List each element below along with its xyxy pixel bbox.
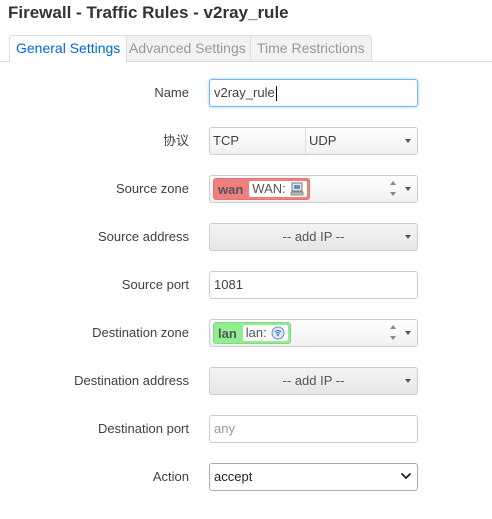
source-port-input[interactable]: 1081 [209,271,418,299]
scroll-down-icon[interactable] [390,192,396,196]
network-port-icon [290,182,304,196]
destination-port-row: Destination port any [0,413,492,445]
protocol-select[interactable]: TCP UDP [209,127,418,155]
zone-scroll-control[interactable] [389,323,399,343]
text-caret [275,86,277,102]
dropdown-arrow-icon[interactable] [405,139,411,143]
source-port-row: Source port 1081 [0,269,492,301]
zone-badge-lan: lan lan: [213,322,291,344]
action-value: accept [214,469,253,484]
protocol-row: 协议 TCP UDP [0,125,492,157]
name-label: Name [154,85,189,100]
page-title: Firewall - Traffic Rules - v2ray_rule [8,3,289,22]
scroll-up-icon[interactable] [390,325,396,329]
zone-name: wan [218,182,244,197]
scroll-down-icon[interactable] [390,336,396,340]
protocol-option-tcp[interactable]: TCP [210,128,306,154]
zone-scroll-control[interactable] [389,179,399,199]
tab-advanced-settings[interactable]: Advanced Settings [122,35,253,62]
source-port-label: Source port [121,277,189,292]
action-label: Action [152,469,189,484]
dropdown-arrow-icon[interactable] [405,331,411,335]
destination-zone-select[interactable]: lan lan: [209,319,418,347]
destination-address-select[interactable]: -- add IP -- [209,367,418,395]
source-zone-label: Source zone [116,181,189,196]
source-address-row: Source address -- add IP -- [0,221,492,253]
tab-bar: General Settings Advanced Settings Time … [0,35,492,63]
wireless-icon [271,326,285,340]
destination-port-placeholder: any [214,421,235,436]
zone-badge-wan: wan WAN: [213,178,310,200]
zone-name: lan [218,326,237,341]
destination-zone-row: Destination zone lan lan: [0,317,492,349]
tab-time-restrictions[interactable]: Time Restrictions [250,35,372,62]
name-row: Name v2ray_rule [0,77,492,109]
destination-zone-label: Destination zone [92,325,189,340]
action-select[interactable]: accept [209,463,418,491]
destination-address-value: -- add IP -- [282,373,345,388]
name-value: v2ray_rule [214,85,275,100]
destination-address-row: Destination address -- add IP -- [0,365,492,397]
zone-networks: lan: [242,325,288,341]
zone-networks: WAN: [249,181,307,197]
dropdown-arrow-icon[interactable] [405,235,411,239]
protocol-label: 协议 [162,133,189,148]
protocol-option-udp[interactable]: UDP [306,128,336,154]
dropdown-arrow-icon[interactable] [405,187,411,191]
dropdown-arrow-icon[interactable] [405,379,411,383]
destination-port-input[interactable]: any [209,415,418,443]
source-zone-select[interactable]: wan WAN: [209,175,418,203]
destination-address-label: Destination address [74,373,189,388]
source-zone-row: Source zone wan WAN: [0,173,492,205]
source-address-select[interactable]: -- add IP -- [209,223,418,251]
destination-port-label: Destination port [97,421,189,436]
tab-general-settings[interactable]: General Settings [9,35,128,63]
action-row: Action accept [0,461,492,493]
name-input[interactable]: v2ray_rule [209,79,418,107]
source-address-value: -- add IP -- [282,229,345,244]
scroll-up-icon[interactable] [390,181,396,185]
zone-network-label: lan: [245,325,267,340]
source-port-value: 1081 [214,277,243,292]
chevron-down-icon[interactable] [400,470,412,482]
zone-network-label: WAN: [252,181,286,196]
source-address-label: Source address [97,229,189,244]
